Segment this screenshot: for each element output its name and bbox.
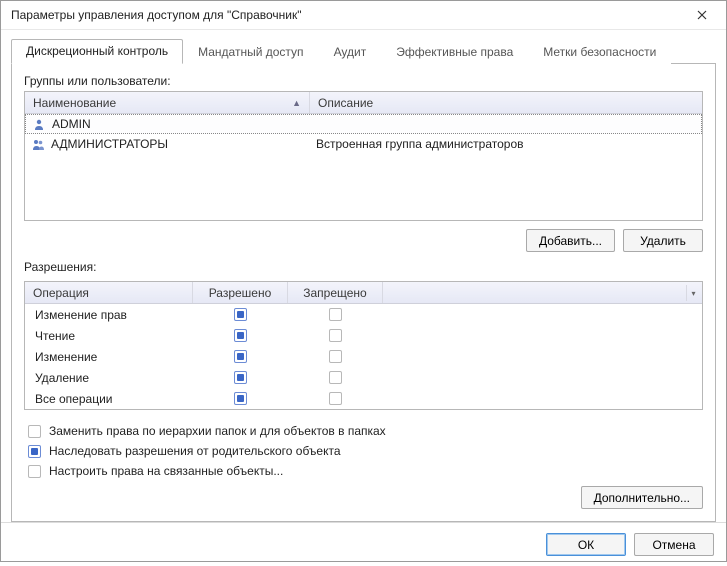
- allow-checkbox[interactable]: [234, 392, 247, 405]
- button-label: Отмена: [652, 538, 695, 552]
- checkbox[interactable]: [28, 425, 41, 438]
- table-row[interactable]: Чтение: [25, 325, 702, 346]
- column-chooser-button[interactable]: ▾: [686, 285, 700, 301]
- deny-checkbox[interactable]: [329, 350, 342, 363]
- table-row[interactable]: Все операции: [25, 388, 702, 409]
- allow-checkbox[interactable]: [234, 371, 247, 384]
- tab-label: Аудит: [334, 45, 367, 59]
- dialog-footer: ОК Отмена: [1, 522, 726, 566]
- add-button[interactable]: Добавить...: [526, 229, 615, 252]
- col-header-blank: ▾: [383, 282, 702, 303]
- table-row[interactable]: Изменение: [25, 346, 702, 367]
- table-row[interactable]: АДМИНИСТРАТОРЫ Встроенная группа админис…: [25, 134, 702, 154]
- cell-operation: Изменение прав: [25, 308, 193, 322]
- deny-checkbox[interactable]: [329, 392, 342, 405]
- table-row[interactable]: Удаление: [25, 367, 702, 388]
- col-header-label: Разрешено: [209, 286, 272, 300]
- option-related[interactable]: Настроить права на связанные объекты...: [28, 464, 703, 478]
- groups-grid-header: Наименование ▲ Описание: [25, 92, 702, 114]
- cell-name: АДМИНИСТРАТОРЫ: [51, 137, 168, 151]
- col-header-desc[interactable]: Описание: [310, 92, 702, 113]
- groups-grid-body: ADMIN АДМИНИСТРАТОРЫ Встроенная группа а…: [25, 114, 702, 220]
- groups-grid: Наименование ▲ Описание ADM: [24, 91, 703, 221]
- deny-checkbox[interactable]: [329, 329, 342, 342]
- tab-label: Дискреционный контроль: [26, 44, 168, 58]
- cell-operation: Изменение: [25, 350, 193, 364]
- groups-button-row: Добавить... Удалить: [24, 229, 703, 252]
- tab-page-discretionary: Группы или пользователи: Наименование ▲ …: [11, 64, 716, 522]
- cell-name: ADMIN: [52, 117, 91, 131]
- perms-grid-body: Изменение прав Чтение Изменение Удаление Все…: [25, 304, 702, 409]
- col-header-label: Описание: [318, 96, 373, 110]
- col-header-label: Наименование: [33, 96, 116, 110]
- more-button[interactable]: Дополнительно...: [581, 486, 703, 509]
- option-replace[interactable]: Заменить права по иерархии папок и для о…: [28, 424, 703, 438]
- tab-mandatory[interactable]: Мандатный доступ: [183, 40, 318, 64]
- cell-desc: Встроенная группа администраторов: [310, 137, 702, 151]
- tab-strip: Дискреционный контроль Мандатный доступ …: [11, 38, 716, 64]
- allow-checkbox[interactable]: [234, 329, 247, 342]
- option-inherit[interactable]: Наследовать разрешения от родительского …: [28, 444, 703, 458]
- chevron-down-icon: ▾: [691, 289, 695, 298]
- button-label: Удалить: [640, 234, 686, 248]
- tab-audit[interactable]: Аудит: [319, 40, 382, 64]
- button-label: Добавить...: [539, 234, 602, 248]
- tab-label: Эффективные права: [396, 45, 513, 59]
- options-block: Заменить права по иерархии папок и для о…: [24, 424, 703, 478]
- deny-checkbox[interactable]: [329, 371, 342, 384]
- perms-grid: Операция Разрешено Запрещено ▾ Изменение…: [24, 281, 703, 410]
- title-bar: Параметры управления доступом для "Справ…: [1, 1, 726, 30]
- deny-checkbox[interactable]: [329, 308, 342, 321]
- tab-label: Метки безопасности: [543, 45, 656, 59]
- button-label: ОК: [578, 538, 594, 552]
- option-label: Наследовать разрешения от родительского …: [49, 444, 341, 458]
- col-header-deny[interactable]: Запрещено: [288, 282, 383, 303]
- option-label: Настроить права на связанные объекты...: [49, 464, 283, 478]
- tab-label: Мандатный доступ: [198, 45, 303, 59]
- ok-button[interactable]: ОК: [546, 533, 626, 556]
- checkbox[interactable]: [28, 445, 41, 458]
- dialog-window: Параметры управления доступом для "Справ…: [0, 0, 727, 562]
- col-header-allow[interactable]: Разрешено: [193, 282, 288, 303]
- perms-grid-header: Операция Разрешено Запрещено ▾: [25, 282, 702, 304]
- group-icon: [31, 138, 45, 150]
- delete-button[interactable]: Удалить: [623, 229, 703, 252]
- cell-operation: Все операции: [25, 392, 193, 406]
- content-area: Дискреционный контроль Мандатный доступ …: [1, 30, 726, 522]
- cancel-button[interactable]: Отмена: [634, 533, 714, 556]
- more-button-row: Дополнительно...: [24, 486, 703, 509]
- button-label: Дополнительно...: [594, 491, 690, 505]
- allow-checkbox[interactable]: [234, 308, 247, 321]
- col-header-label: Запрещено: [303, 286, 366, 300]
- user-icon: [32, 118, 46, 130]
- perms-section-label: Разрешения:: [24, 260, 703, 274]
- col-header-name[interactable]: Наименование ▲: [25, 92, 310, 113]
- col-header-label: Операция: [33, 286, 89, 300]
- sort-asc-icon: ▲: [292, 98, 301, 108]
- tab-security-labels[interactable]: Метки безопасности: [528, 40, 671, 64]
- tab-effective[interactable]: Эффективные права: [381, 40, 528, 64]
- cell-operation: Удаление: [25, 371, 193, 385]
- tab-discretionary[interactable]: Дискреционный контроль: [11, 39, 183, 64]
- table-row[interactable]: Изменение прав: [25, 304, 702, 325]
- col-header-operation[interactable]: Операция: [25, 282, 193, 303]
- table-row[interactable]: ADMIN: [25, 114, 702, 134]
- close-button[interactable]: [684, 1, 720, 29]
- allow-checkbox[interactable]: [234, 350, 247, 363]
- close-icon: [697, 10, 707, 20]
- groups-section-label: Группы или пользователи:: [24, 74, 703, 88]
- window-title: Параметры управления доступом для "Справ…: [11, 8, 684, 22]
- option-label: Заменить права по иерархии папок и для о…: [49, 424, 386, 438]
- checkbox[interactable]: [28, 465, 41, 478]
- cell-operation: Чтение: [25, 329, 193, 343]
